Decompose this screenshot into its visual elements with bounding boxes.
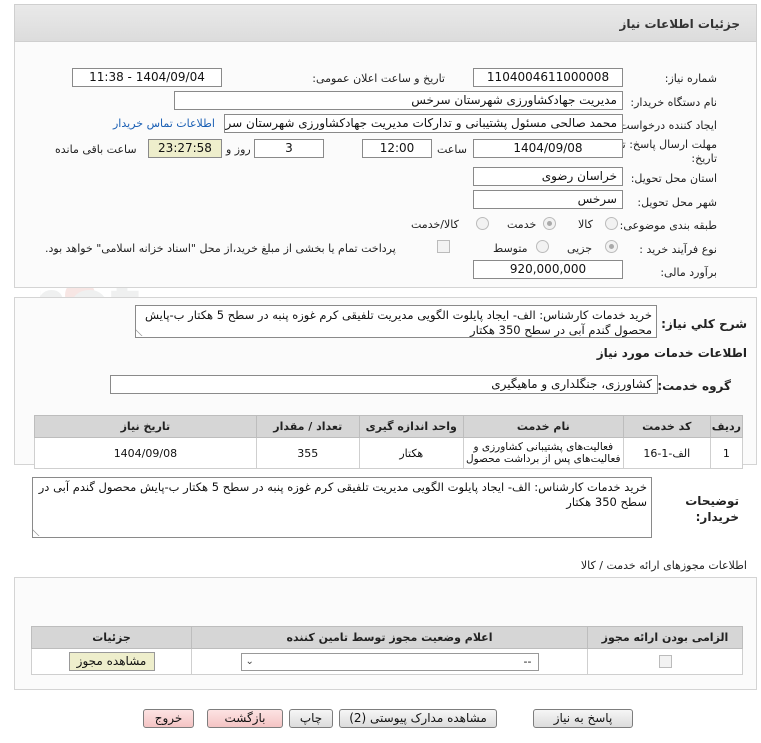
summary-textarea[interactable]: خرید خدمات کارشناس: الف- ایجاد پایلوت ال…: [135, 305, 657, 338]
view-permit-button[interactable]: مشاهده مجوز: [68, 652, 155, 671]
category-option-goods: کالا: [578, 218, 593, 231]
requester-label: ایجاد کننده درخواست:: [615, 119, 717, 132]
print-button[interactable]: چاپ: [289, 709, 333, 728]
announce-datetime-field[interactable]: 1404/09/04 - 11:38: [72, 68, 222, 87]
permits-title: اطلاعات مجوزهای ارائه خدمت / کالا: [580, 559, 747, 572]
treasury-payment-note: پرداخت تمام یا بخشی از مبلغ خرید،از محل …: [45, 242, 396, 255]
deadline-time-field[interactable]: 12:00: [362, 139, 432, 158]
requester-field[interactable]: محمد صالحی مسئول پشتیبانی و تدارکات مدیر…: [224, 114, 623, 133]
cell-quantity: 355: [255, 437, 360, 469]
buyer-org-label: نام دستگاه خریدار:: [630, 96, 717, 109]
panel-header: جزئیات اطلاعات نیاز: [14, 4, 757, 42]
city-field[interactable]: سرخس: [473, 190, 623, 209]
service-group-field[interactable]: کشاورزی، جنگلداری و ماهیگیری: [110, 375, 658, 394]
cell-permit-required: [587, 648, 743, 675]
buyer-notes-label-2: خریدار:: [695, 510, 739, 524]
col-permit-details: جزئیات: [31, 626, 192, 649]
chevron-down-icon: ⌄: [245, 655, 254, 667]
buyer-notes-label: توضیحات: [685, 494, 739, 508]
process-radio-medium[interactable]: [536, 240, 549, 253]
permits-table-header: الزامی بودن ارائه مجوز اعلام وضعیت مجوز …: [31, 626, 743, 649]
city-label: شهر محل تحویل:: [637, 196, 717, 209]
deadline-label: مهلت ارسال پاسخ: تا: [619, 138, 717, 151]
days-label: روز و: [226, 143, 251, 156]
cell-service-name: فعالیت‌های پشتیبانی کشاورزی و فعالیت‌های…: [462, 437, 624, 469]
summary-label: شرح کلي نياز:: [661, 317, 747, 331]
resize-grip-icon[interactable]: [136, 329, 149, 336]
cell-permit-details: مشاهده مجوز: [31, 648, 192, 675]
deadline-date-label: تاریخ:: [691, 152, 717, 165]
permit-status-value: --: [523, 654, 532, 668]
category-label: طبقه بندی موضوعی:: [619, 219, 717, 232]
permit-required-checkbox: [658, 655, 672, 669]
buyer-contact-link[interactable]: اطلاعات تماس خریدار: [113, 117, 215, 130]
cell-row: 1: [709, 437, 744, 469]
buyer-org-field[interactable]: مدیریت جهادکشاورزی شهرستان سرخس: [174, 91, 623, 110]
announce-label: تاریخ و ساعت اعلان عمومی:: [312, 72, 445, 85]
col-permit-required: الزامی بودن ارائه مجوز: [587, 626, 743, 649]
back-button[interactable]: بازگشت: [207, 709, 283, 728]
estimate-label: برآورد مالی:: [660, 266, 717, 279]
need-number-field[interactable]: 1104004611000008: [473, 68, 623, 87]
col-need-date: تاريخ نياز: [34, 415, 257, 438]
permit-status-select[interactable]: -- ⌄: [240, 652, 539, 671]
need-number-label: شماره نیاز:: [664, 72, 717, 85]
reply-button[interactable]: پاسخ به نیاز: [533, 709, 633, 728]
estimate-field[interactable]: 920,000,000: [473, 260, 623, 279]
deadline-time-label: ساعت: [437, 143, 467, 156]
services-table: رديف کد خدمت نام خدمت واحد اندازه گيری ت…: [34, 415, 744, 469]
remaining-days-field[interactable]: 3: [254, 139, 324, 158]
process-option-medium: متوسط: [493, 242, 528, 255]
col-permit-status: اعلام وضعیت مجوز توسط تامین کننده: [191, 626, 588, 649]
service-group-label: گروه خدمت:: [657, 379, 731, 393]
cell-need-date: 1404/09/08: [34, 437, 257, 469]
buyer-notes-text: خرید خدمات کارشناس: الف- ایجاد پایلوت ال…: [38, 480, 647, 509]
process-option-minor: جزیی: [567, 242, 593, 255]
exit-button[interactable]: خروج: [143, 709, 194, 728]
buyer-notes-textarea[interactable]: خرید خدمات کارشناس: الف- ایجاد پایلوت ال…: [32, 477, 652, 538]
page-title: جزئیات اطلاعات نیاز: [619, 17, 740, 31]
table-row: -- ⌄ مشاهده مجوز: [31, 648, 743, 675]
province-label: استان محل تحویل:: [630, 172, 717, 185]
table-row[interactable]: 1 الف-1-16 فعالیت‌های پشتیبانی کشاورزی و…: [34, 437, 744, 469]
col-service-name: نام خدمت: [462, 415, 624, 438]
remaining-label: ساعت باقی مانده: [55, 143, 137, 156]
col-unit: واحد اندازه گيری: [358, 415, 464, 438]
deadline-date-field[interactable]: 1404/09/08: [473, 139, 623, 158]
category-radio-service[interactable]: [543, 217, 556, 230]
col-service-code: کد خدمت: [622, 415, 711, 438]
attachments-button[interactable]: مشاهده مدارک پیوستی (2): [339, 709, 497, 728]
resize-grip-icon[interactable]: [33, 529, 46, 536]
summary-text: خرید خدمات کارشناس: الف- ایجاد پایلوت ال…: [144, 308, 652, 337]
services-table-header: رديف کد خدمت نام خدمت واحد اندازه گيری ت…: [34, 415, 744, 438]
cell-service-code: الف-1-16: [622, 437, 711, 469]
province-field[interactable]: خراسان رضوی: [473, 167, 623, 186]
cell-unit: هکتار: [358, 437, 464, 469]
category-radio-goods-service[interactable]: [476, 217, 489, 230]
col-quantity: تعداد / مقدار: [255, 415, 360, 438]
remaining-time-field[interactable]: 23:27:58: [148, 139, 222, 158]
category-option-goods-service: کالا/خدمت: [411, 218, 459, 231]
permits-table: الزامی بودن ارائه مجوز اعلام وضعیت مجوز …: [31, 626, 743, 675]
treasury-payment-checkbox[interactable]: [437, 240, 450, 253]
services-title: اطلاعات خدمات مورد نياز: [596, 346, 747, 360]
process-label: نوع فرآیند خرید :: [639, 243, 717, 256]
cell-permit-status: -- ⌄: [191, 648, 588, 675]
category-option-service: خدمت: [507, 218, 537, 231]
col-row: رديف: [709, 415, 744, 438]
process-radio-minor[interactable]: [605, 240, 618, 253]
category-radio-goods[interactable]: [605, 217, 618, 230]
